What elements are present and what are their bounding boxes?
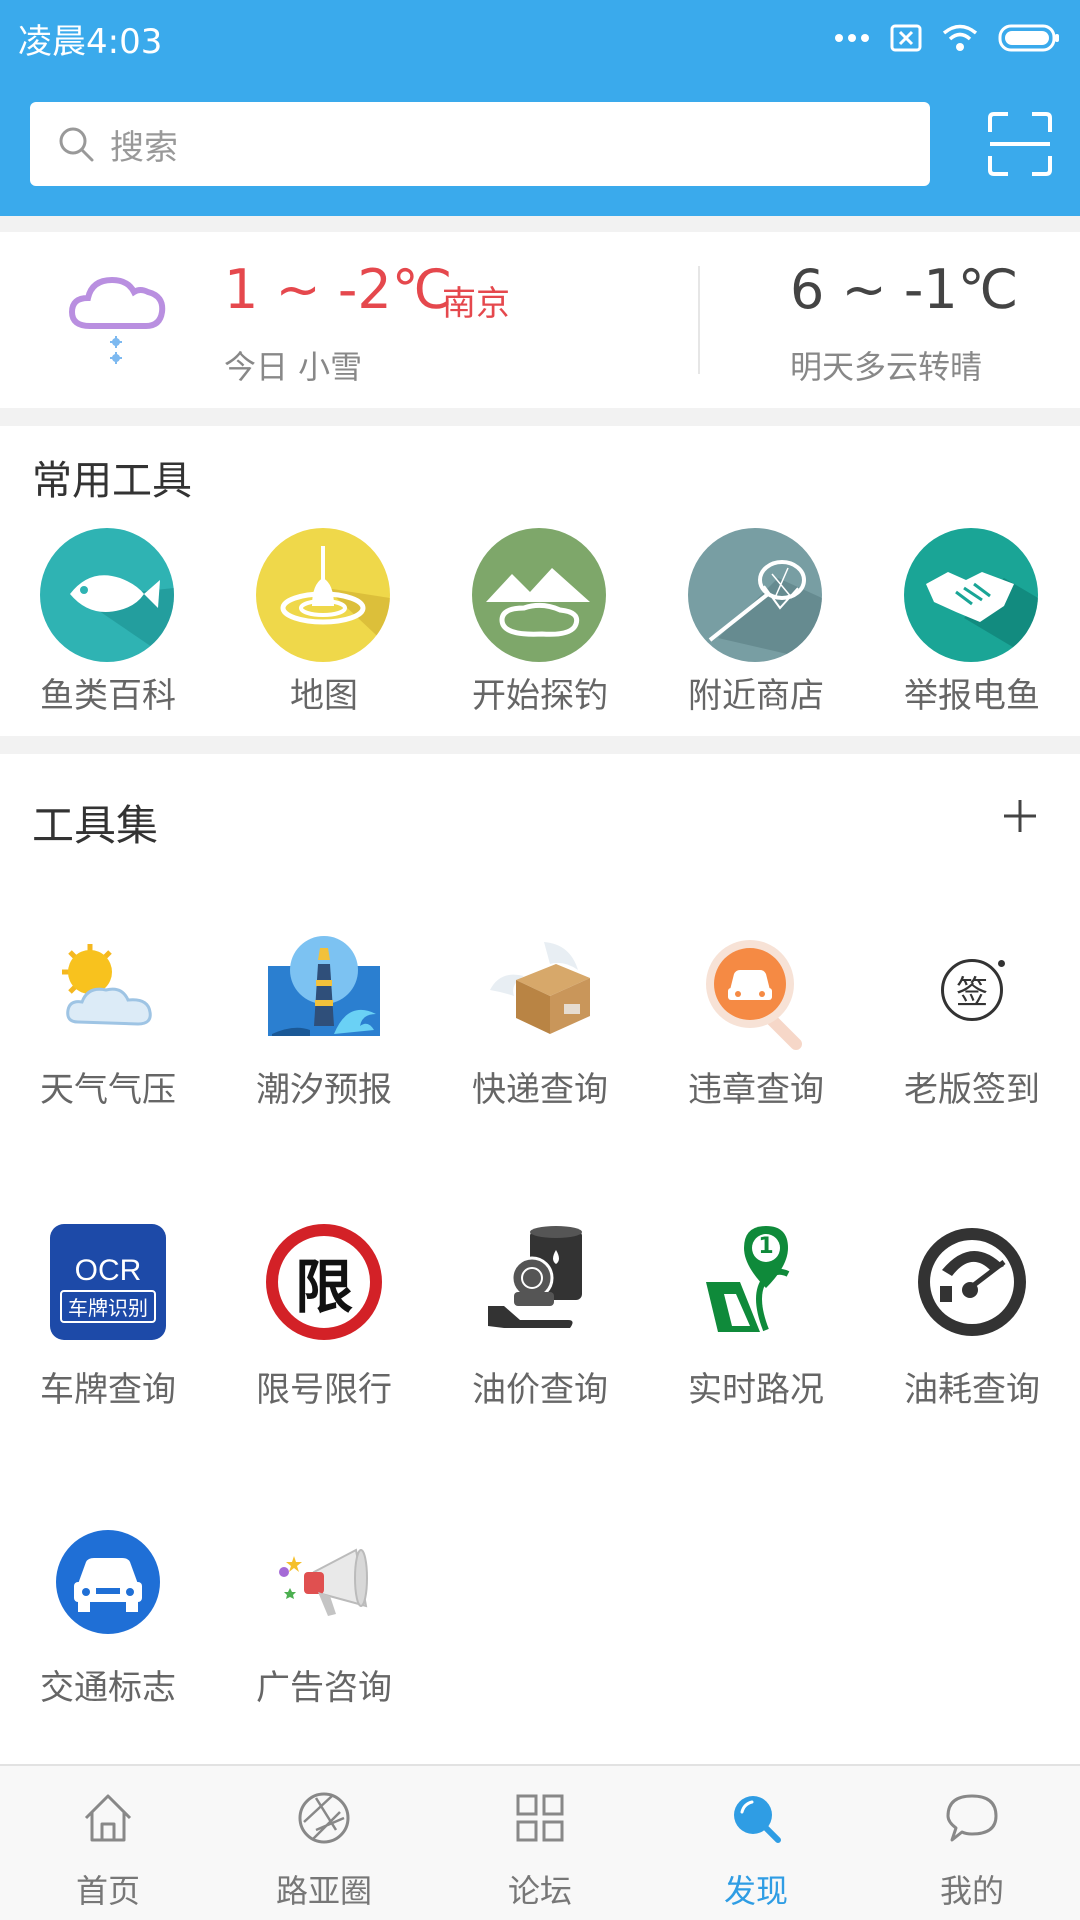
- today-temp-range: 1 ~ -2℃: [224, 258, 453, 321]
- city-name: 南京: [442, 284, 510, 324]
- common-tools-section: 常用工具 鱼类百科 地图 开始探钓 附近商店 举报电鱼: [0, 426, 1080, 736]
- tomorrow-weather-desc: 明天多云转晴: [790, 348, 983, 386]
- float-icon: [256, 528, 390, 662]
- tool-label: 潮汐预报: [256, 1070, 392, 1110]
- nav-forum[interactable]: 论坛: [432, 1766, 648, 1920]
- nav-mine[interactable]: 我的: [864, 1766, 1080, 1920]
- status-bar: 凌晨4:03: [0, 0, 1080, 76]
- status-icons: [834, 18, 1060, 58]
- common-tool-label: 地图: [290, 676, 358, 716]
- nav-home-label: 首页: [75, 1872, 140, 1910]
- fuel-gauge-icon: [918, 1228, 1026, 1336]
- weather-divider: [698, 266, 700, 374]
- search-icon: [59, 127, 94, 162]
- toolset-title: 工具集: [32, 801, 159, 850]
- oil-barrel-icon: [488, 1226, 582, 1328]
- nav-lure-circle[interactable]: 路亚圈: [216, 1766, 432, 1920]
- tool-label: 老版签到: [904, 1070, 1040, 1110]
- nav-mine-label: 我的: [939, 1872, 1004, 1910]
- chat-bubble-icon: [946, 1794, 998, 1842]
- common-tool-label: 举报电鱼: [904, 676, 1040, 716]
- light-snow-icon: [68, 276, 166, 364]
- discover-search-icon: [734, 1796, 781, 1843]
- nav-forum-label: 论坛: [507, 1872, 572, 1910]
- tool-label: 快递查询: [472, 1070, 608, 1110]
- lighthouse-icon: [268, 936, 380, 1036]
- tool-label: 天气气压: [40, 1070, 176, 1110]
- tool-label: 限号限行: [256, 1370, 392, 1410]
- more-dots-icon: [835, 34, 869, 42]
- ocr-plate-line1: OCR: [74, 1254, 142, 1287]
- sim-blocked-icon: [890, 24, 922, 52]
- wifi-icon: [942, 24, 978, 51]
- winged-package-icon: [490, 942, 590, 1034]
- nav-lure-circle-label: 路亚圈: [275, 1872, 372, 1910]
- mountain-lake-icon: [472, 528, 606, 662]
- road-pin-number: 1: [758, 1234, 774, 1259]
- grid-icon: [516, 1794, 564, 1842]
- ocr-plate-icon: OCR 车牌识别: [50, 1224, 166, 1340]
- nav-discover-label: 发现: [723, 1872, 788, 1910]
- search-input[interactable]: 搜索: [30, 102, 930, 186]
- app-header: 凌晨4:03 搜索: [0, 0, 1080, 216]
- battery-icon: [998, 24, 1059, 52]
- signin-stamp-icon: 签: [912, 930, 1032, 1050]
- today-weather-desc: 今日 小雪: [224, 348, 363, 386]
- car-search-icon: [706, 940, 802, 1050]
- tool-label: 交通标志: [40, 1668, 176, 1708]
- tool-label: 油价查询: [472, 1370, 608, 1410]
- road-pin-icon: 1: [696, 1222, 816, 1342]
- tool-label: 车牌查询: [40, 1370, 176, 1410]
- handshake-icon: [904, 528, 1038, 662]
- fishing-net-icon: [688, 528, 822, 662]
- traffic-sign-car-icon: [52, 1526, 164, 1638]
- toolset-section: 工具集 天气气压 潮汐预报 快递查询 违章查询 签 老版签到 OCR 车牌识别 …: [0, 754, 1080, 1764]
- bottom-nav: 首页 路亚圈 论坛 发现 我的: [0, 1764, 1080, 1920]
- weather-card[interactable]: 1 ~ -2℃ 南京 今日 小雪 6 ~ -1℃ 明天多云转晴: [0, 232, 1080, 408]
- scan-icon[interactable]: [986, 110, 1054, 178]
- tool-label: 广告咨询: [256, 1668, 392, 1708]
- common-tool-label: 开始探钓: [472, 676, 608, 716]
- tool-label: 实时路况: [688, 1370, 824, 1410]
- status-time: 凌晨4:03: [18, 22, 163, 62]
- sun-cloud-icon: [62, 944, 152, 1026]
- nav-home[interactable]: 首页: [0, 1766, 216, 1920]
- aperture-icon: [298, 1792, 350, 1844]
- fish-icon: [40, 528, 174, 662]
- tool-label: 油耗查询: [904, 1370, 1040, 1410]
- tool-label: 违章查询: [688, 1070, 824, 1110]
- megaphone-icon: [279, 1548, 368, 1616]
- signin-stamp-glyph: 签: [941, 959, 1003, 1021]
- add-icon[interactable]: [1000, 796, 1040, 836]
- common-tool-label: 鱼类百科: [40, 676, 176, 716]
- restriction-sign-icon: 限: [266, 1224, 382, 1340]
- common-tools-title: 常用工具: [32, 458, 192, 504]
- home-icon: [84, 1794, 132, 1842]
- nav-discover[interactable]: 发现: [648, 1766, 864, 1920]
- search-placeholder: 搜索: [110, 127, 178, 168]
- ocr-plate-line2: 车牌识别: [60, 1290, 156, 1323]
- common-tool-label: 附近商店: [688, 676, 824, 716]
- tomorrow-temp-range: 6 ~ -1℃: [790, 258, 1019, 321]
